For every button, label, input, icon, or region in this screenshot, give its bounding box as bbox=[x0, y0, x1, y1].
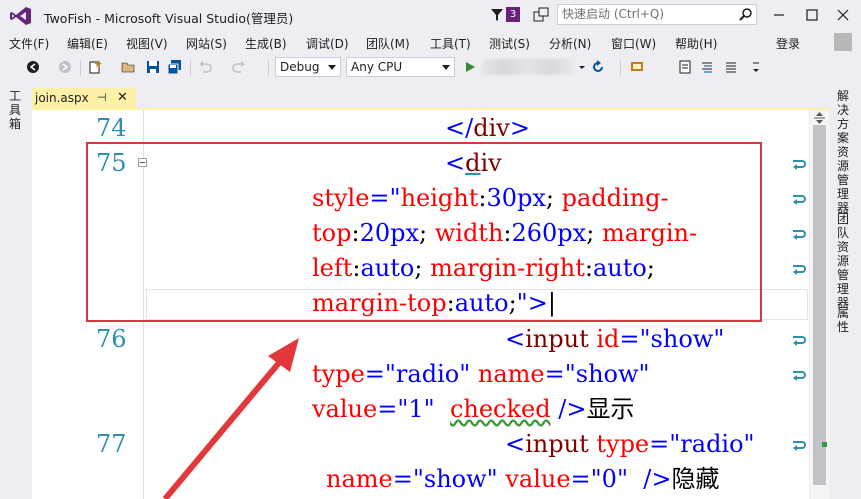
annotation-arrow-icon bbox=[162, 338, 299, 499]
